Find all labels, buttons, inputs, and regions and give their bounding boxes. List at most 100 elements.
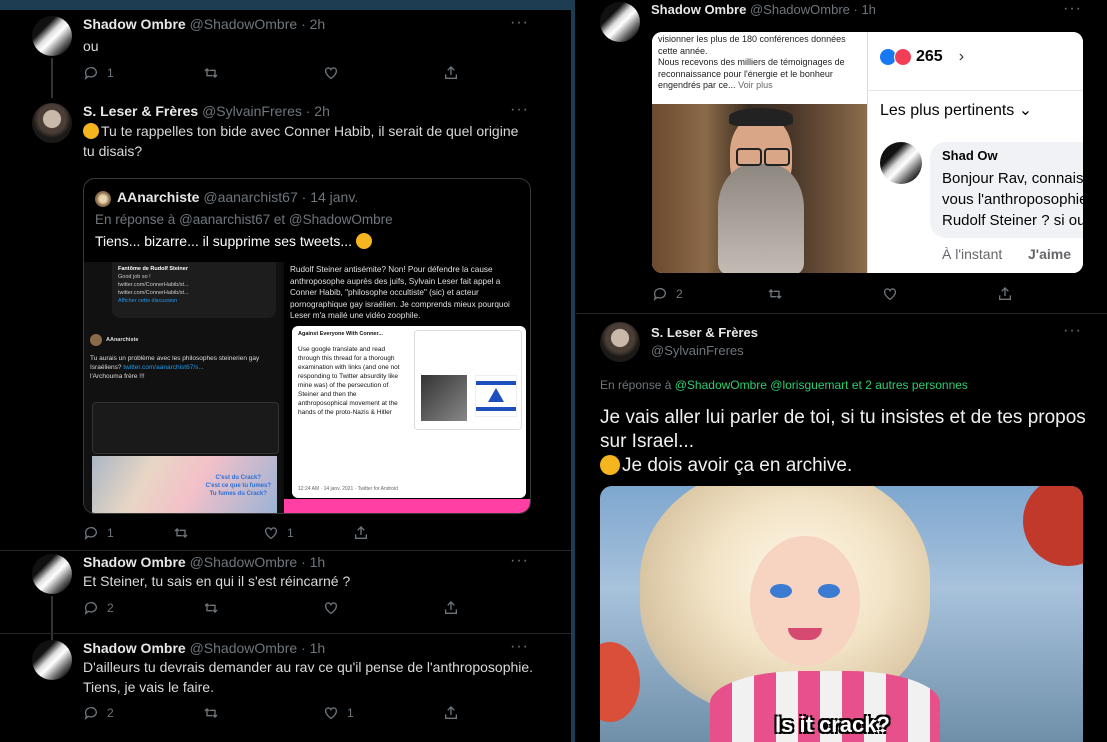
share-button[interactable] <box>443 65 459 81</box>
reply-mention[interactable]: @aanarchist67 <box>179 212 270 227</box>
tweet[interactable]: S. Leser & Frères @SylvainFreres · 2h ··… <box>0 100 571 550</box>
tweet[interactable]: Shadow Ombre @ShadowOmbre · 2h ··· ou 1 <box>0 10 571 98</box>
author-handle[interactable]: @SylvainFreres <box>202 103 302 119</box>
sort-label: Les plus pertinents <box>880 102 1015 119</box>
fb-post-text: visionner les plus de 180 conférences do… <box>652 32 867 104</box>
screenshot-image: Rudolf Steiner antisémite? Non! Pour déf… <box>284 262 530 513</box>
author-name[interactable]: Shadow Ombre <box>83 640 186 656</box>
retweet-button[interactable] <box>767 286 783 302</box>
reply-button[interactable]: 2 <box>83 600 114 616</box>
reply-button[interactable]: 1 <box>83 525 114 541</box>
reply-mention[interactable]: @ShadowOmbre <box>289 212 393 227</box>
author-name[interactable]: S. Leser & Frères <box>651 325 758 340</box>
crack-line: Tu fumes du Crack? <box>209 491 267 497</box>
timestamp[interactable]: · 1h <box>301 640 325 656</box>
avatar[interactable] <box>32 103 72 143</box>
author-handle[interactable]: @ShadowOmbre <box>750 2 850 17</box>
fb-like-button[interactable]: J'aime <box>1028 246 1071 262</box>
timestamp[interactable]: · 1h <box>301 554 325 570</box>
comment-time: À l'instant <box>942 246 1003 262</box>
comment-text: Bonjour Rav, connaissez-vous l'anthropos… <box>942 170 1083 234</box>
timestamp[interactable]: · 1h <box>854 2 876 17</box>
focused-tweet[interactable]: S. Leser & Frères @SylvainFreres ··· En … <box>576 320 1107 742</box>
reply-mentions[interactable]: @ShadowOmbre @lorisguemart <box>675 378 849 392</box>
reply-icon <box>84 602 97 615</box>
gif-caption: Is it crack? <box>775 712 890 737</box>
reply-count: 2 <box>676 287 683 301</box>
tweet-image[interactable]: visionner les plus de 180 conférences do… <box>652 32 1083 273</box>
share-icon <box>355 526 367 539</box>
retweet-button[interactable] <box>173 525 189 541</box>
tweet-actions: 1 <box>83 65 463 85</box>
fb-sort-dropdown[interactable]: Les plus pertinents ⌄ <box>880 100 1032 120</box>
like-button[interactable] <box>323 600 339 616</box>
author-name[interactable]: S. Leser & Frères <box>83 103 198 119</box>
share-button[interactable] <box>443 705 459 721</box>
reply-icon <box>84 527 97 540</box>
tweet[interactable]: Shadow Ombre @ShadowOmbre · 1h ··· Et St… <box>0 552 571 640</box>
share-button[interactable] <box>443 600 459 616</box>
more-options-icon[interactable]: ··· <box>1063 0 1082 18</box>
retweet-button[interactable] <box>203 600 219 616</box>
card-date: 12:24 AM · 14 janv. 2021 · Twitter for A… <box>298 486 398 492</box>
reaction-count: 265 <box>916 48 943 65</box>
author-handle[interactable]: @SylvainFreres <box>651 343 758 358</box>
timestamp[interactable]: · 2h <box>306 103 330 119</box>
author-name[interactable]: Shadow Ombre <box>83 554 186 570</box>
author-name[interactable]: Shadow Ombre <box>83 16 186 32</box>
winking-face-icon <box>600 455 620 475</box>
timestamp[interactable]: · 2h <box>301 16 325 32</box>
heart-icon <box>884 288 896 301</box>
author-handle[interactable]: @ShadowOmbre <box>190 554 298 570</box>
more-options-icon[interactable]: ··· <box>1063 322 1082 340</box>
divider <box>868 90 1083 91</box>
quoted-tweet[interactable]: AAnarchiste @aanarchist67 · 14 janv. En … <box>83 178 531 514</box>
reply-count: 1 <box>107 526 114 540</box>
author-handle[interactable]: @ShadowOmbre <box>190 640 298 656</box>
quoted-media[interactable]: Fantôme de Rudolf Steiner Good job so ! … <box>84 262 530 513</box>
share-button[interactable] <box>997 286 1013 302</box>
tweet[interactable]: Shadow Ombre @ShadowOmbre · 1h ··· D'ail… <box>0 638 571 739</box>
more-options-icon[interactable]: ··· <box>510 14 529 32</box>
share-button[interactable] <box>353 525 369 541</box>
chevron-down-icon: ⌄ <box>1018 102 1033 119</box>
inner-card: Fantôme de Rudolf Steiner Good job so ! … <box>112 262 276 318</box>
avatar[interactable] <box>600 2 640 42</box>
fb-comment-panel: 265 › Les plus pertinents ⌄ Shad Ow Bonj… <box>867 32 1083 273</box>
like-button[interactable]: 1 <box>323 705 354 721</box>
crack-caption: C'est du Crack? C'est ce que tu fumes? T… <box>206 474 271 498</box>
portrait-image <box>421 375 467 421</box>
retweet-button[interactable] <box>203 705 219 721</box>
author-handle[interactable]: @ShadowOmbre <box>190 16 298 32</box>
retweet-button[interactable] <box>203 65 219 81</box>
more-options-icon[interactable]: ··· <box>510 638 529 656</box>
inner-text: Rudolf Steiner antisémite? Non! Pour déf… <box>290 265 510 320</box>
reply-icon <box>653 288 666 301</box>
fb-reactions[interactable]: 265 › <box>880 48 964 66</box>
more-options-icon[interactable]: ··· <box>510 552 529 570</box>
reply-count: 2 <box>107 706 114 720</box>
author-name[interactable]: Shadow Ombre <box>651 2 746 17</box>
background-shape <box>600 642 640 722</box>
reply-button[interactable]: 2 <box>652 286 683 302</box>
reply-others-link[interactable]: et 2 autres personnes <box>852 378 968 392</box>
share-icon <box>445 706 457 719</box>
more-options-icon[interactable]: ··· <box>510 101 529 119</box>
reply-icon <box>84 67 97 80</box>
inner-discussion: Afficher cette discussion <box>118 298 178 304</box>
avatar[interactable] <box>600 322 640 362</box>
avatar[interactable] <box>32 16 72 56</box>
barbie-gif[interactable]: Is it crack? <box>600 486 1083 742</box>
inner-text: Good job so ! <box>118 274 151 280</box>
avatar <box>90 334 102 346</box>
reply-button[interactable]: 2 <box>83 705 114 721</box>
like-button[interactable]: 1 <box>263 525 294 541</box>
reply-button[interactable]: 1 <box>83 65 114 81</box>
reply-prefix: En réponse à <box>95 212 176 227</box>
avatar[interactable] <box>32 640 72 680</box>
like-button[interactable] <box>323 65 339 81</box>
like-button[interactable] <box>882 286 898 302</box>
tweet[interactable]: Shadow Ombre @ShadowOmbre · 1h ··· visio… <box>576 0 1107 312</box>
tweet-text: D'ailleurs tu devrais demander au rav ce… <box>83 659 534 695</box>
avatar[interactable] <box>32 554 72 594</box>
